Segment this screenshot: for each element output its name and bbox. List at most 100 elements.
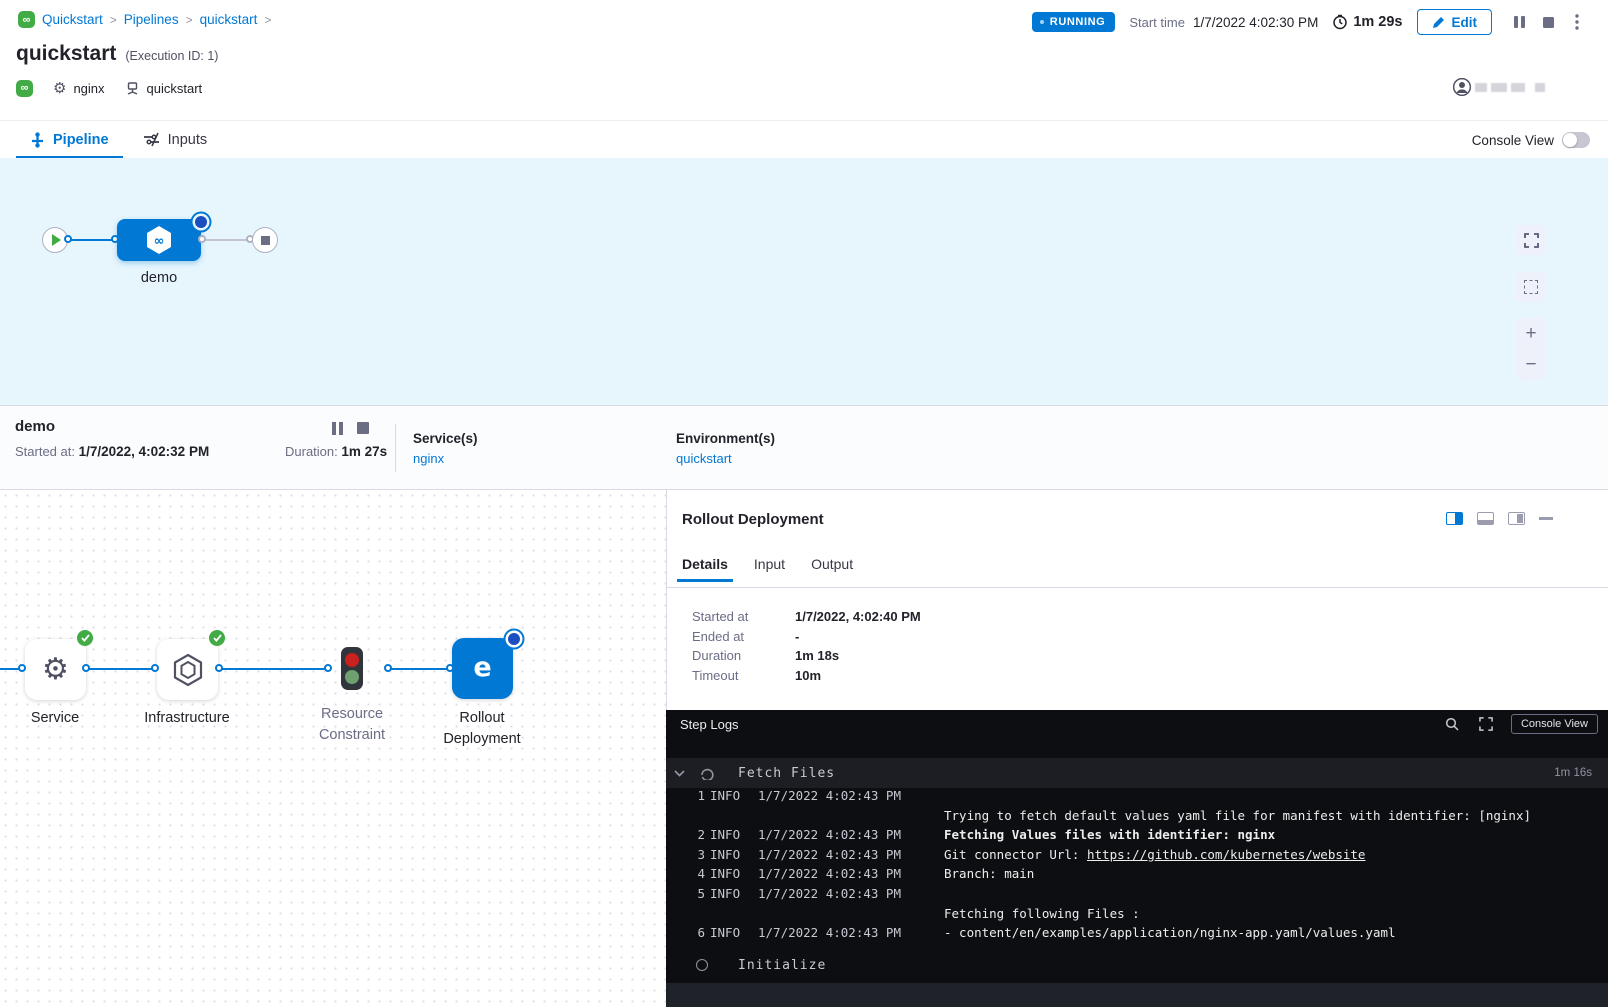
redacted-text xyxy=(1535,83,1545,92)
execution-status-row: RUNNING Start time 1/7/2022 4:02:30 PM 1… xyxy=(1032,9,1590,35)
service-link[interactable]: nginx xyxy=(413,451,478,466)
harness-logo-icon: ∞ xyxy=(18,11,35,28)
detail-row-started-at: Started at 1/7/2022, 4:02:40 PM xyxy=(692,607,921,627)
service-gear-icon: ⚙ xyxy=(42,652,69,687)
detail-value: 1m 18s xyxy=(795,648,839,663)
connector-port xyxy=(324,664,332,672)
breadcrumb-link-pipeline-quickstart[interactable]: quickstart xyxy=(200,12,258,27)
step-node-rollout-deployment[interactable]: e xyxy=(452,638,513,699)
stage-graph-canvas[interactable]: ∞ demo + − xyxy=(0,158,1608,405)
log-console-view-button[interactable]: Console View xyxy=(1511,714,1598,734)
tab-output[interactable]: Output xyxy=(811,556,853,582)
green-light-icon xyxy=(345,670,359,684)
step-graph-canvas[interactable]: ⚙ e xyxy=(0,490,666,1007)
stage-pause-button[interactable] xyxy=(330,421,344,435)
console-view-control: Console View xyxy=(1472,121,1590,159)
step-logs-title: Step Logs xyxy=(680,717,739,732)
service-tag[interactable]: ⚙ nginx xyxy=(53,79,105,97)
step-node-service[interactable]: ⚙ xyxy=(25,639,86,700)
panel-layout-controls xyxy=(1446,512,1553,525)
log-section-name: Fetch Files xyxy=(738,766,835,781)
more-options-button[interactable] xyxy=(1564,9,1590,35)
log-message: Trying to fetch default values yaml file… xyxy=(944,808,1531,823)
connector-port xyxy=(64,235,72,243)
edge xyxy=(218,668,328,670)
step-details-title: Rollout Deployment xyxy=(682,511,824,528)
console-view-toggle[interactable] xyxy=(1562,132,1590,148)
log-message: - content/en/examples/application/nginx-… xyxy=(944,925,1396,940)
edge xyxy=(86,668,158,670)
tab-pipeline[interactable]: Pipeline xyxy=(26,121,113,159)
zoom-out-button[interactable]: − xyxy=(1516,349,1546,380)
log-level: INFO xyxy=(710,925,740,940)
zoom-controls: + − xyxy=(1516,318,1546,380)
avatar xyxy=(1453,78,1471,96)
end-node[interactable] xyxy=(252,227,278,253)
stage-node-demo[interactable]: ∞ xyxy=(117,219,201,261)
detail-label: Duration xyxy=(692,648,795,663)
clock-icon xyxy=(1332,14,1348,30)
edit-button[interactable]: Edit xyxy=(1417,9,1493,35)
status-badge: RUNNING xyxy=(1032,12,1116,32)
log-link[interactable]: https://github.com/kubernetes/website xyxy=(1087,847,1365,862)
detail-value: 1/7/2022, 4:02:40 PM xyxy=(795,609,921,624)
log-message: Branch: main xyxy=(944,866,1034,881)
marquee-select-button[interactable] xyxy=(1516,272,1546,302)
rollout-icon: e xyxy=(473,652,491,683)
stop-execution-button[interactable] xyxy=(1535,9,1561,35)
started-at-value: 1/7/2022, 4:02:32 PM xyxy=(79,444,210,459)
log-section-fetch-files[interactable]: Fetch Files 1m 16s xyxy=(666,758,1608,788)
start-time-label: Start time xyxy=(1129,15,1185,30)
step-logs-panel: Step Logs Console View Fetch Files 1m 16… xyxy=(666,710,1608,1007)
log-level: INFO xyxy=(710,866,740,881)
log-level: INFO xyxy=(710,788,740,803)
environment-tag[interactable]: quickstart xyxy=(125,81,203,96)
infrastructure-hexagon-icon xyxy=(172,653,204,687)
log-message-prefix: Git connector Url: xyxy=(944,847,1087,862)
breadcrumb: ∞ Quickstart > Pipelines > quickstart > xyxy=(18,11,271,28)
pause-execution-button[interactable] xyxy=(1506,9,1532,35)
breadcrumb-link-pipelines[interactable]: Pipelines xyxy=(124,12,179,27)
stage-node-label: demo xyxy=(117,270,201,286)
log-section-collapsed-bar[interactable] xyxy=(666,983,1608,1007)
log-line: 4 INFO 1/7/2022 4:02:43 PM Branch: main xyxy=(666,866,1608,886)
log-search-button[interactable] xyxy=(1443,711,1461,737)
step-node-infrastructure[interactable] xyxy=(157,639,218,700)
log-fullscreen-button[interactable] xyxy=(1477,711,1495,737)
play-icon xyxy=(52,234,61,246)
edge xyxy=(386,668,452,670)
pending-circle-icon xyxy=(696,959,708,971)
divider xyxy=(395,424,396,472)
breadcrumb-separator: > xyxy=(110,13,117,27)
toggle-knob xyxy=(1563,133,1577,147)
tab-details[interactable]: Details xyxy=(682,556,728,582)
environment-link[interactable]: quickstart xyxy=(676,451,775,466)
cd-stage-icon: ∞ xyxy=(144,225,174,255)
zoom-in-button[interactable]: + xyxy=(1516,318,1546,349)
log-line-number: 1 xyxy=(691,788,705,803)
elapsed-time: 1m 29s xyxy=(1332,14,1402,30)
step-node-resource-constraint[interactable] xyxy=(341,647,363,690)
layout-right-panel-button[interactable] xyxy=(1508,512,1525,525)
connector-port xyxy=(82,664,90,672)
environment-icon xyxy=(125,81,140,96)
execution-detail-area: ⚙ e xyxy=(0,490,1608,1007)
detail-row-ended-at: Ended at - xyxy=(692,627,921,647)
status-dot-icon xyxy=(1040,20,1044,24)
log-section-duration: 1m 16s xyxy=(1554,767,1592,779)
stage-stop-button[interactable] xyxy=(356,421,370,435)
layout-bottom-split-button[interactable] xyxy=(1477,512,1494,525)
layout-right-split-button[interactable] xyxy=(1446,512,1463,525)
marquee-icon xyxy=(1524,280,1538,294)
tab-input[interactable]: Input xyxy=(754,556,785,582)
breadcrumb-link-quickstart[interactable]: Quickstart xyxy=(42,12,103,27)
edit-button-label: Edit xyxy=(1452,15,1478,30)
minimize-panel-button[interactable] xyxy=(1539,517,1553,520)
step-label-resource-constraint: Resource Constraint xyxy=(292,704,412,746)
tag-row: ∞ ⚙ nginx quickstart xyxy=(16,79,202,97)
pencil-icon xyxy=(1432,16,1445,29)
log-message: Git connector Url: https://github.com/ku… xyxy=(944,847,1365,862)
log-section-initialize[interactable]: Initialize xyxy=(666,950,1608,980)
fullscreen-canvas-button[interactable] xyxy=(1516,225,1546,255)
tab-inputs[interactable]: Inputs xyxy=(139,121,212,159)
